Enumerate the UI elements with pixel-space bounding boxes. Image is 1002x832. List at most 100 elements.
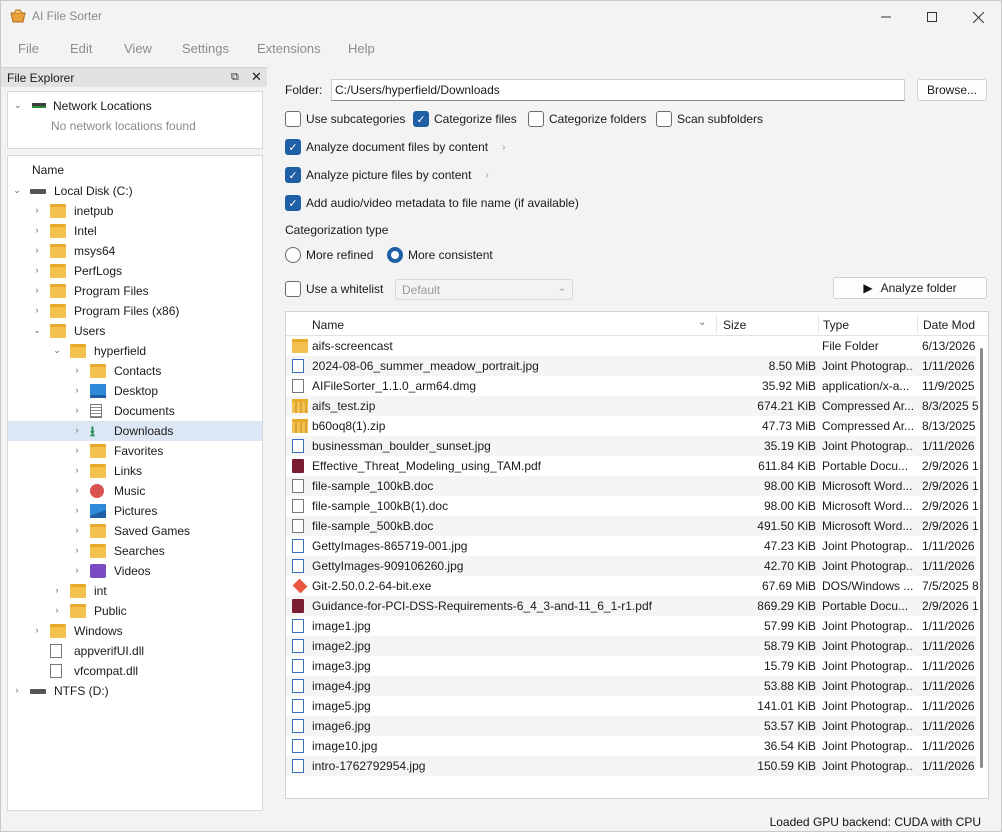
chevron-right-icon[interactable]: › (502, 142, 505, 153)
analyze-folder-button[interactable]: ▶ Analyze folder (833, 277, 987, 299)
checkbox-box[interactable] (528, 111, 544, 127)
chevron-right-icon[interactable]: › (52, 605, 62, 615)
file-tree[interactable]: Name ⌄ Local Disk (C:) › inetpub › Intel › msys… (7, 155, 263, 811)
tree-item[interactable]: vfcompat.dll (8, 661, 262, 681)
tree-item[interactable]: › Desktop (8, 381, 262, 401)
tree-item[interactable]: › Contacts (8, 361, 262, 381)
table-row[interactable]: 2024-08-06_summer_meadow_portrait.jpg 8.5… (286, 356, 976, 376)
tree-item[interactable]: › Links (8, 461, 262, 481)
sort-chevron-icon[interactable]: ⌄ (698, 317, 706, 328)
tree-item[interactable]: › Public (8, 601, 262, 621)
menu-extensions[interactable]: Extensions (257, 41, 321, 56)
chevron-down-icon[interactable]: ⌄ (52, 345, 62, 356)
tree-item[interactable]: › PerfLogs (8, 261, 262, 281)
minimize-button[interactable] (863, 1, 909, 33)
table-row[interactable]: file-sample_100kB.doc 98.00 KiB Microsoft … (286, 476, 979, 496)
table-row[interactable]: aifs_test.zip 674.21 KiB Compressed Ar... 8… (286, 396, 979, 416)
analyze-documents-checkbox[interactable]: ✓ Analyze document files by content › (285, 139, 505, 155)
checkbox-box[interactable] (656, 111, 672, 127)
menu-file[interactable]: File (18, 41, 39, 56)
tree-item[interactable]: › Music (8, 481, 262, 501)
chevron-right-icon[interactable]: › (72, 385, 82, 395)
categorize-folders-checkbox[interactable]: Categorize folders (528, 111, 646, 127)
chevron-right-icon[interactable]: › (72, 505, 82, 515)
chevron-right-icon[interactable]: › (32, 265, 42, 275)
menu-view[interactable]: View (124, 41, 152, 56)
column-divider[interactable] (818, 314, 819, 334)
categorize-files-checkbox[interactable]: ✓ Categorize files (413, 111, 517, 127)
table-row[interactable]: businessman_boulder_sunset.jpg 35.19 KiB J… (286, 436, 976, 456)
column-name-header[interactable]: Name (312, 318, 344, 332)
chevron-right-icon[interactable]: › (72, 445, 82, 455)
table-row[interactable]: image4.jpg 53.88 KiB Joint Photograp... 1/1… (286, 676, 976, 696)
tree-item[interactable]: › Videos (8, 561, 262, 581)
tree-item[interactable]: › ⭳ Downloads (8, 421, 262, 441)
chevron-right-icon[interactable]: › (52, 585, 62, 595)
menu-help[interactable]: Help (348, 41, 375, 56)
checkbox-box[interactable]: ✓ (285, 167, 301, 183)
tree-item[interactable]: › Program Files (8, 281, 262, 301)
chevron-right-icon[interactable]: › (72, 525, 82, 535)
table-row[interactable]: image5.jpg 141.01 KiB Joint Photograp... 1/… (286, 696, 976, 716)
chevron-down-icon[interactable]: ⌄ (32, 325, 42, 336)
tree-item[interactable]: › inetpub (8, 201, 262, 221)
table-row[interactable]: file-sample_100kB(1).doc 98.00 KiB Microso… (286, 496, 979, 516)
chevron-right-icon[interactable]: › (72, 485, 82, 495)
network-locations-label[interactable]: Network Locations (53, 99, 152, 113)
float-dock-icon[interactable]: ⧉ (231, 71, 239, 84)
chevron-down-icon[interactable]: ⌄ (12, 185, 22, 196)
close-button[interactable] (955, 1, 1001, 33)
tree-item[interactable]: › Saved Games (8, 521, 262, 541)
tree-item[interactable]: › int (8, 581, 262, 601)
column-divider[interactable] (716, 314, 717, 334)
checkbox-box[interactable]: ✓ (285, 139, 301, 155)
checkbox-box[interactable] (285, 281, 301, 297)
table-row[interactable]: GettyImages-865719-001.jpg 47.23 KiB Joint… (286, 536, 976, 556)
browse-button[interactable]: Browse... (917, 79, 987, 101)
radio-circle[interactable] (285, 247, 301, 263)
checkbox-box[interactable]: ✓ (413, 111, 429, 127)
table-row[interactable]: image3.jpg 15.79 KiB Joint Photograp... 1/1… (286, 656, 976, 676)
table-row[interactable]: aifs-screencast File Folder 6/13/2026 (286, 336, 976, 356)
chevron-right-icon[interactable]: › (32, 625, 42, 635)
analyze-pictures-checkbox[interactable]: ✓ Analyze picture files by content › (285, 167, 489, 183)
tree-item[interactable]: › Intel (8, 221, 262, 241)
tree-item[interactable]: › Favorites (8, 441, 262, 461)
more-refined-radio[interactable]: More refined (285, 247, 373, 263)
tree-item[interactable]: › msys64 (8, 241, 262, 261)
table-row[interactable]: Git-2.50.0.2-64-bit.exe 67.69 MiB DOS/Wind… (286, 576, 979, 596)
tree-item[interactable]: ⌄ Local Disk (C:) (8, 181, 262, 201)
tree-item[interactable]: ⌄ Users (8, 321, 262, 341)
vertical-scrollbar[interactable] (978, 338, 986, 798)
table-row[interactable]: GettyImages-909106260.jpg 42.70 KiB Joint … (286, 556, 976, 576)
tree-item[interactable]: › Windows (8, 621, 262, 641)
column-size-header[interactable]: Size (723, 318, 746, 332)
table-row[interactable]: Guidance-for-PCI-DSS-Requirements-6_4_3-… (286, 596, 979, 616)
chevron-right-icon[interactable]: › (72, 565, 82, 575)
table-row[interactable]: image2.jpg 58.79 KiB Joint Photograp... 1/1… (286, 636, 976, 656)
table-row[interactable]: b60oq8(1).zip 47.73 MiB Compressed Ar... 8/… (286, 416, 976, 436)
table-row[interactable]: Effective_Threat_Modeling_using_TAM.pdf 6… (286, 456, 979, 476)
tree-item[interactable]: › Pictures (8, 501, 262, 521)
chevron-right-icon[interactable]: › (72, 545, 82, 555)
tree-item[interactable]: appverifUI.dll (8, 641, 262, 661)
table-row[interactable]: image1.jpg 57.99 KiB Joint Photograp... 1/1… (286, 616, 976, 636)
chevron-right-icon[interactable]: › (12, 685, 22, 695)
chevron-right-icon[interactable]: › (32, 205, 42, 215)
chevron-right-icon[interactable]: › (72, 365, 82, 375)
tree-item[interactable]: › Documents (8, 401, 262, 421)
scan-subfolders-checkbox[interactable]: Scan subfolders (656, 111, 763, 127)
radio-circle[interactable] (387, 247, 403, 263)
chevron-right-icon[interactable]: › (32, 225, 42, 235)
column-type-header[interactable]: Type (823, 318, 849, 332)
tree-item[interactable]: › NTFS (D:) (8, 681, 262, 701)
column-date-header[interactable]: Date Mod (923, 318, 975, 332)
maximize-button[interactable] (909, 1, 955, 33)
use-whitelist-checkbox[interactable]: Use a whitelist (285, 281, 383, 297)
table-row[interactable]: file-sample_500kB.doc 491.50 KiB Microsoft… (286, 516, 979, 536)
table-row[interactable]: intro-1762792954.jpg 150.59 KiB Joint Phot… (286, 756, 976, 776)
checkbox-box[interactable]: ✓ (285, 195, 301, 211)
add-metadata-checkbox[interactable]: ✓ Add audio/video metadata to file name … (285, 195, 579, 211)
column-divider[interactable] (917, 314, 918, 334)
checkbox-box[interactable] (285, 111, 301, 127)
